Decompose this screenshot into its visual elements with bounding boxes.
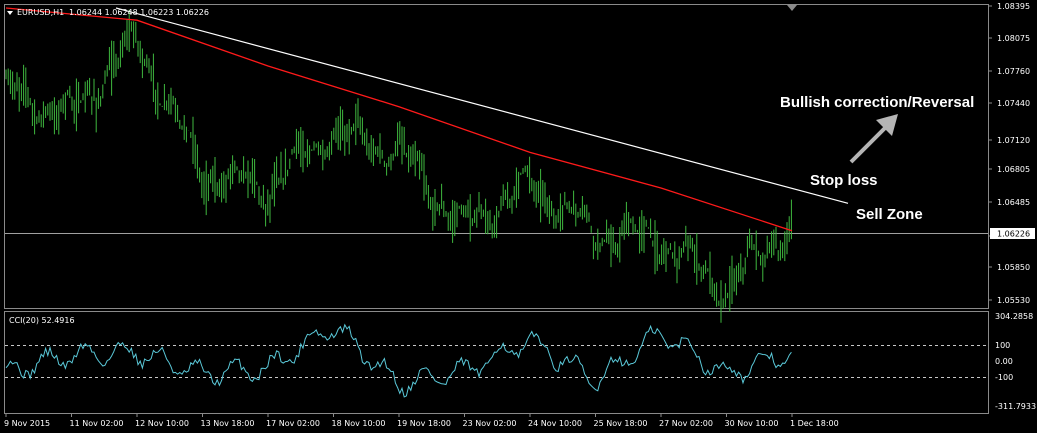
price-tick-label: 1.07120 <box>997 136 1030 145</box>
cci-tick-label: 304.2858 <box>995 312 1033 321</box>
ohlc-values: 1.06244 1.06248 1.06223 1.06226 <box>69 8 209 17</box>
time-tick-label: 23 Nov 02:00 <box>463 419 517 428</box>
cci-tick-label: -100 <box>995 373 1013 382</box>
price-tick-label: 1.05530 <box>997 296 1030 305</box>
time-tick-label: 24 Nov 10:00 <box>528 419 582 428</box>
annotation-sell-zone: Sell Zone <box>856 206 923 223</box>
cci-tick-label: 100 <box>995 341 1010 350</box>
cci-label: CCI(20) 52.4916 <box>9 316 75 325</box>
price-tick-label: 1.08395 <box>997 2 1030 11</box>
price-tick-label: 1.07760 <box>997 67 1030 76</box>
time-tick-label: 25 Nov 18:00 <box>594 419 648 428</box>
time-tick-label: 9 Nov 2015 <box>4 419 50 428</box>
time-tick-label: 30 Nov 10:00 <box>725 419 779 428</box>
time-tick-label: 19 Nov 18:00 <box>397 419 451 428</box>
symbol-label: EURUSD,H1 <box>17 8 64 17</box>
time-tick-label: 27 Nov 02:00 <box>659 419 713 428</box>
price-tick-label: 1.06805 <box>997 165 1030 174</box>
time-tick-label: 18 Nov 10:00 <box>332 419 386 428</box>
time-tick-label: 1 Dec 18:00 <box>790 419 839 428</box>
time-tick-label: 11 Nov 02:00 <box>70 419 124 428</box>
price-tick-label: 1.06485 <box>997 198 1030 207</box>
chart-window: EURUSD,H1 1.06244 1.06248 1.06223 1.0622… <box>0 0 1037 433</box>
time-tick-label: 13 Nov 18:00 <box>201 419 255 428</box>
price-tick-label: 1.05850 <box>997 263 1030 272</box>
time-tick-label: 17 Nov 02:00 <box>266 419 320 428</box>
cci-tick-label: 0.00 <box>995 357 1013 366</box>
time-tick-label: 12 Nov 10:00 <box>135 419 189 428</box>
current-price-label: 1.06226 <box>997 230 1030 239</box>
annotation-stop-loss: Stop loss <box>810 172 878 189</box>
cci-tick-label: -311.7933 <box>995 402 1036 411</box>
price-tick-label: 1.07440 <box>997 99 1030 108</box>
annotation-reversal: Bullish correction/Reversal <box>780 94 974 111</box>
price-tick-label: 1.08075 <box>997 34 1030 43</box>
